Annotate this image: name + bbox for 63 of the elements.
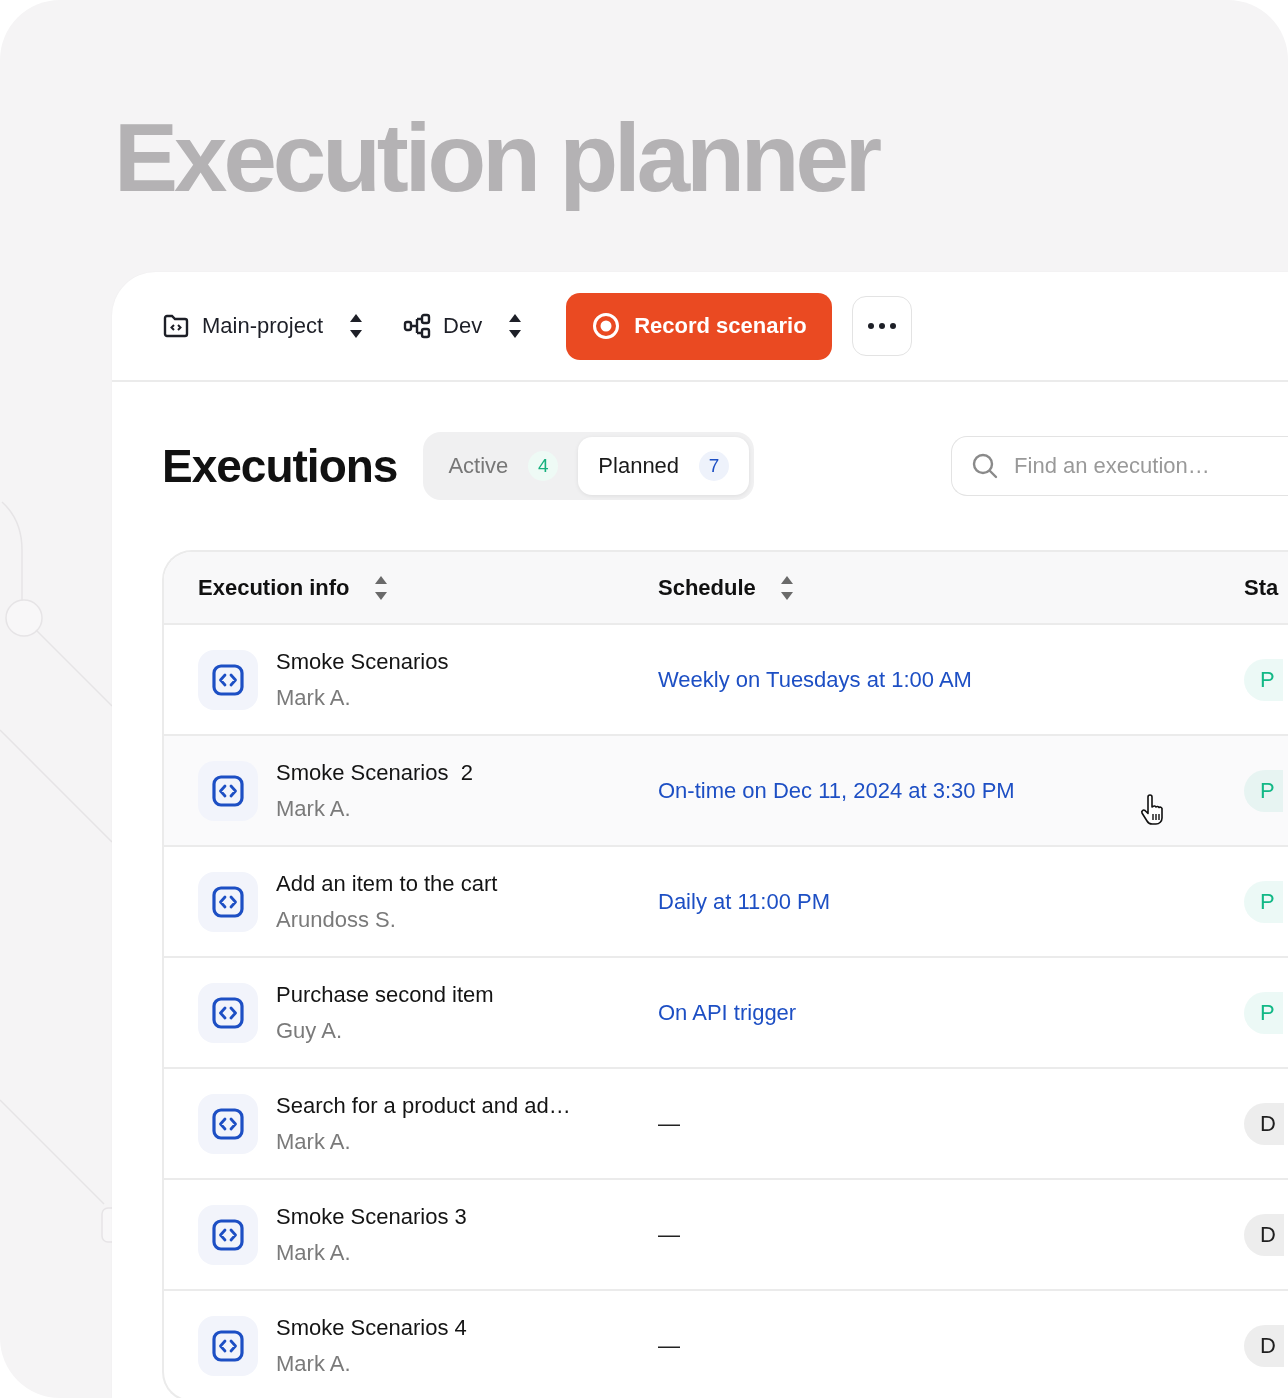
record-icon <box>592 312 621 340</box>
status-badge: P <box>1244 658 1283 701</box>
execution-name: Purchase second item <box>276 981 494 1008</box>
project-selector[interactable]: Main-project <box>162 312 364 340</box>
record-scenario-button[interactable]: Record scenario <box>566 292 832 360</box>
execution-name: Add an item to the cart <box>276 870 498 897</box>
owner-name: Mark A. <box>276 1350 352 1377</box>
owner-name: Mark A. <box>276 1128 352 1155</box>
code-icon <box>198 871 258 932</box>
empty-schedule: — <box>658 1110 681 1137</box>
status-badge: P <box>1244 991 1283 1034</box>
search-field[interactable]: Find an execution… <box>951 436 1288 496</box>
schedule-link[interactable]: On-time on Dec 11, 2024 at 3:30 PM <box>658 777 1244 804</box>
status-badge: P <box>1244 769 1283 812</box>
execution-name: Smoke Scenarios 3 <box>276 1203 467 1230</box>
code-icon <box>198 649 258 710</box>
execution-name: Smoke Scenarios 2 <box>276 759 473 786</box>
code-icon <box>198 1315 258 1376</box>
sort-icon[interactable] <box>508 312 523 340</box>
execution-name: Smoke Scenarios 4 <box>276 1314 467 1341</box>
sort-icon[interactable] <box>349 312 364 340</box>
owner-name: Mark A. <box>276 795 352 822</box>
count-badge: 4 <box>528 451 559 481</box>
table-row[interactable]: Search for a product and ad… Mark A. — D <box>164 1069 1288 1180</box>
execution-name: Smoke Scenarios <box>276 648 449 675</box>
table-row[interactable]: Add an item to the cart Arundoss S. Daily at 11:00 PM P <box>164 847 1288 958</box>
environment-selector[interactable]: Dev <box>403 312 523 340</box>
hand-cursor-icon <box>1140 794 1166 826</box>
schedule-link[interactable]: Weekly on Tuesdays at 1:00 AM <box>658 666 1244 693</box>
search-icon <box>971 452 1000 480</box>
owner-name: Guy A. <box>276 1017 344 1044</box>
table-row[interactable]: Smoke Scenarios 3 Mark A. — D <box>164 1180 1288 1291</box>
schedule-link[interactable]: Daily at 11:00 PM <box>658 888 1244 915</box>
more-icon <box>866 322 897 330</box>
column-header: Execution info <box>198 574 350 601</box>
table-row[interactable]: Purchase second item Guy A. On API trigger P <box>164 958 1288 1069</box>
code-icon <box>198 1093 258 1154</box>
code-icon <box>198 982 258 1043</box>
empty-schedule: — <box>658 1332 681 1359</box>
section-heading: Executions <box>162 439 398 493</box>
empty-schedule: — <box>658 1221 681 1248</box>
count-badge: 7 <box>699 451 730 481</box>
column-header: Schedule <box>658 574 756 601</box>
status-badge: D <box>1244 1102 1284 1145</box>
code-icon <box>198 1204 258 1265</box>
owner-name: Arundoss S. <box>276 906 397 933</box>
status-badge: D <box>1244 1213 1284 1256</box>
owner-name: Mark A. <box>276 684 352 711</box>
column-header: Sta <box>1244 574 1279 601</box>
more-button[interactable] <box>851 296 912 356</box>
filter-tab[interactable]: Planned 7 <box>578 437 750 495</box>
execution-name: Search for a product and ad… <box>276 1092 571 1119</box>
code-icon <box>198 760 258 821</box>
filter-tab[interactable]: Active 4 <box>428 437 579 495</box>
folder-code-icon <box>162 312 190 340</box>
schedule-link[interactable]: On API trigger <box>658 999 1244 1026</box>
table-row[interactable]: Smoke Scenarios 4 Mark A. — D <box>164 1291 1288 1398</box>
branch-nodes-icon <box>403 312 432 340</box>
table-row[interactable]: Smoke Scenarios 2 Mark A. On-time on Dec 11, 2024 at 3:30 PM P <box>164 736 1288 847</box>
status-badge: P <box>1244 880 1283 923</box>
page-title: Execution planner <box>113 103 880 213</box>
owner-name: Mark A. <box>276 1239 352 1266</box>
status-badge: D <box>1244 1324 1284 1367</box>
